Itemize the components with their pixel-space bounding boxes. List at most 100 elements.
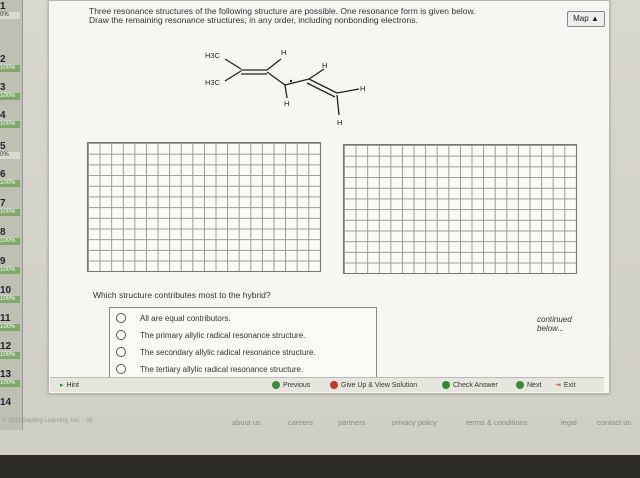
question-item-9[interactable]: 9 100% xyxy=(0,257,22,274)
give-up-icon xyxy=(330,381,338,389)
prompt-line-2: Draw the remaining resonance structures,… xyxy=(89,15,418,25)
question-number: 3 xyxy=(0,82,6,93)
question-number: 2 xyxy=(0,54,6,65)
question-number: 4 xyxy=(0,110,6,121)
choice-label: The primary allylic radical resonance st… xyxy=(140,330,306,340)
give-up-button[interactable]: Give Up & View Solution xyxy=(330,381,417,389)
hydrogen-label: H xyxy=(360,84,365,93)
question-score: 0% xyxy=(0,152,20,159)
footer-link-legal[interactable]: legal xyxy=(561,418,577,427)
drawing-canvas-1[interactable] xyxy=(87,142,321,272)
radio-button[interactable] xyxy=(116,313,126,323)
choice-option[interactable]: The tertiary allylic radical resonance s… xyxy=(116,364,303,374)
check-label: Check Answer xyxy=(453,381,498,389)
bond xyxy=(266,71,286,86)
choice-option[interactable]: All are equal contributors. xyxy=(116,313,231,323)
question-item-6[interactable]: 6 100% xyxy=(0,170,22,187)
screen: 1 0% 2 100% 3 100% 4 100% 5 0% 6 100% 7 100% 81… xyxy=(0,0,640,478)
question-progress-sidebar: 1 0% 2 100% 3 100% 4 100% 5 0% 6 100% 7 100% 81… xyxy=(0,0,23,430)
choice-option[interactable]: The primary allylic radical resonance st… xyxy=(116,330,305,340)
map-icon: ▲ xyxy=(590,14,599,23)
next-icon xyxy=(516,381,524,389)
question-item-4[interactable]: 4 100% xyxy=(0,111,22,128)
footer-link-privacy[interactable]: privacy policy xyxy=(392,418,437,427)
bond xyxy=(336,88,360,94)
question-item-14[interactable]: 14 xyxy=(0,398,22,408)
question-item-10[interactable]: 10 100% xyxy=(0,286,22,303)
copyright-text: © 2011 Sapling Learning, Inc. - 68 xyxy=(2,418,93,424)
multiple-choice-question: Which structure contributes most to the … xyxy=(93,290,271,300)
bond xyxy=(284,78,310,86)
previous-button[interactable]: Previous xyxy=(272,381,310,389)
radio-button[interactable] xyxy=(116,364,126,374)
exit-label: Exit xyxy=(563,381,576,389)
footer-link-contact[interactable]: contact us xyxy=(597,418,631,427)
give-up-label: Give Up & View Solution xyxy=(341,381,418,389)
choice-label: The secondary allylic radical resonance … xyxy=(140,347,316,357)
question-item-2[interactable]: 2 100% xyxy=(0,55,22,72)
question-score: 100% xyxy=(0,324,20,331)
drawing-canvas-2[interactable] xyxy=(343,144,577,274)
hint-button[interactable]: ▸ Hint xyxy=(60,381,79,390)
action-bar: ▸ Hint Previous Give Up & View Solution C… xyxy=(50,377,604,392)
bond xyxy=(284,84,288,99)
radio-button[interactable] xyxy=(116,330,126,340)
footer-link-careers[interactable]: careers xyxy=(288,418,313,427)
question-prompt: Three resonance structures of the follow… xyxy=(89,7,559,25)
choice-label: All are equal contributors. xyxy=(140,313,231,323)
exit-icon: ⇥ xyxy=(555,382,561,389)
question-score: 100% xyxy=(0,65,20,72)
choice-label: The tertiary allylic radical resonance s… xyxy=(140,364,304,374)
question-panel: Three resonance structures of the follow… xyxy=(48,0,610,394)
next-button[interactable]: Next xyxy=(516,381,541,389)
bond xyxy=(224,70,242,82)
hydrogen-label: H xyxy=(322,61,327,70)
question-item-13[interactable]: 13 100% xyxy=(0,370,22,387)
next-label: Next xyxy=(527,381,542,389)
map-button[interactable]: Map ▲ xyxy=(567,11,605,27)
footer-link-partners[interactable]: partners xyxy=(338,418,366,427)
question-number: 1 xyxy=(0,1,6,12)
question-item-11[interactable]: 11 100% xyxy=(0,314,22,331)
footer-link-about[interactable]: about us xyxy=(232,418,261,427)
hydrogen-label: H xyxy=(284,99,289,108)
previous-icon xyxy=(272,381,280,389)
radio-button[interactable] xyxy=(116,347,126,357)
chevron-right-icon: ▸ xyxy=(60,382,64,389)
question-item-5[interactable]: 5 0% xyxy=(0,142,22,159)
question-score: 100% xyxy=(0,121,20,128)
choice-option[interactable]: The secondary allylic radical resonance … xyxy=(116,347,316,357)
bond xyxy=(266,58,282,71)
question-score: 100% xyxy=(0,180,20,187)
question-score: 100% xyxy=(0,267,20,274)
question-score: 100% xyxy=(0,296,20,303)
bond xyxy=(308,68,325,80)
question-item-1[interactable]: 1 0% xyxy=(0,2,22,19)
question-number: 14 xyxy=(0,397,12,408)
question-number: 9 xyxy=(0,256,6,267)
question-item-3[interactable]: 3 100% xyxy=(0,83,22,100)
question-item-12[interactable]: 12 100% xyxy=(0,342,22,359)
exit-button[interactable]: ⇥ Exit xyxy=(555,381,576,390)
methyl-label: H3C xyxy=(205,78,221,87)
bond xyxy=(224,58,242,70)
question-number: 11 xyxy=(0,313,11,324)
footer-link-terms[interactable]: terms & conditions xyxy=(466,418,528,427)
monitor-bezel xyxy=(0,455,640,478)
molecule-structure: H3C H3C H H H H H xyxy=(205,48,365,127)
previous-label: Previous xyxy=(283,381,311,389)
question-number: 7 xyxy=(0,198,6,209)
question-number: 6 xyxy=(0,169,6,180)
hint-label: Hint xyxy=(66,381,79,389)
check-icon xyxy=(442,381,450,389)
methyl-label: H3C xyxy=(205,51,221,60)
question-score: 100% xyxy=(0,209,20,216)
question-score: 100% xyxy=(0,352,20,359)
question-number: 5 xyxy=(0,141,6,152)
map-button-label: Map xyxy=(573,14,589,23)
question-item-7[interactable]: 7 100% xyxy=(0,199,22,216)
check-answer-button[interactable]: Check Answer xyxy=(442,381,498,389)
hydrogen-label: H xyxy=(337,118,342,127)
continued-note: continued below... xyxy=(537,315,572,333)
question-item-8[interactable]: 8 100% xyxy=(0,228,22,245)
